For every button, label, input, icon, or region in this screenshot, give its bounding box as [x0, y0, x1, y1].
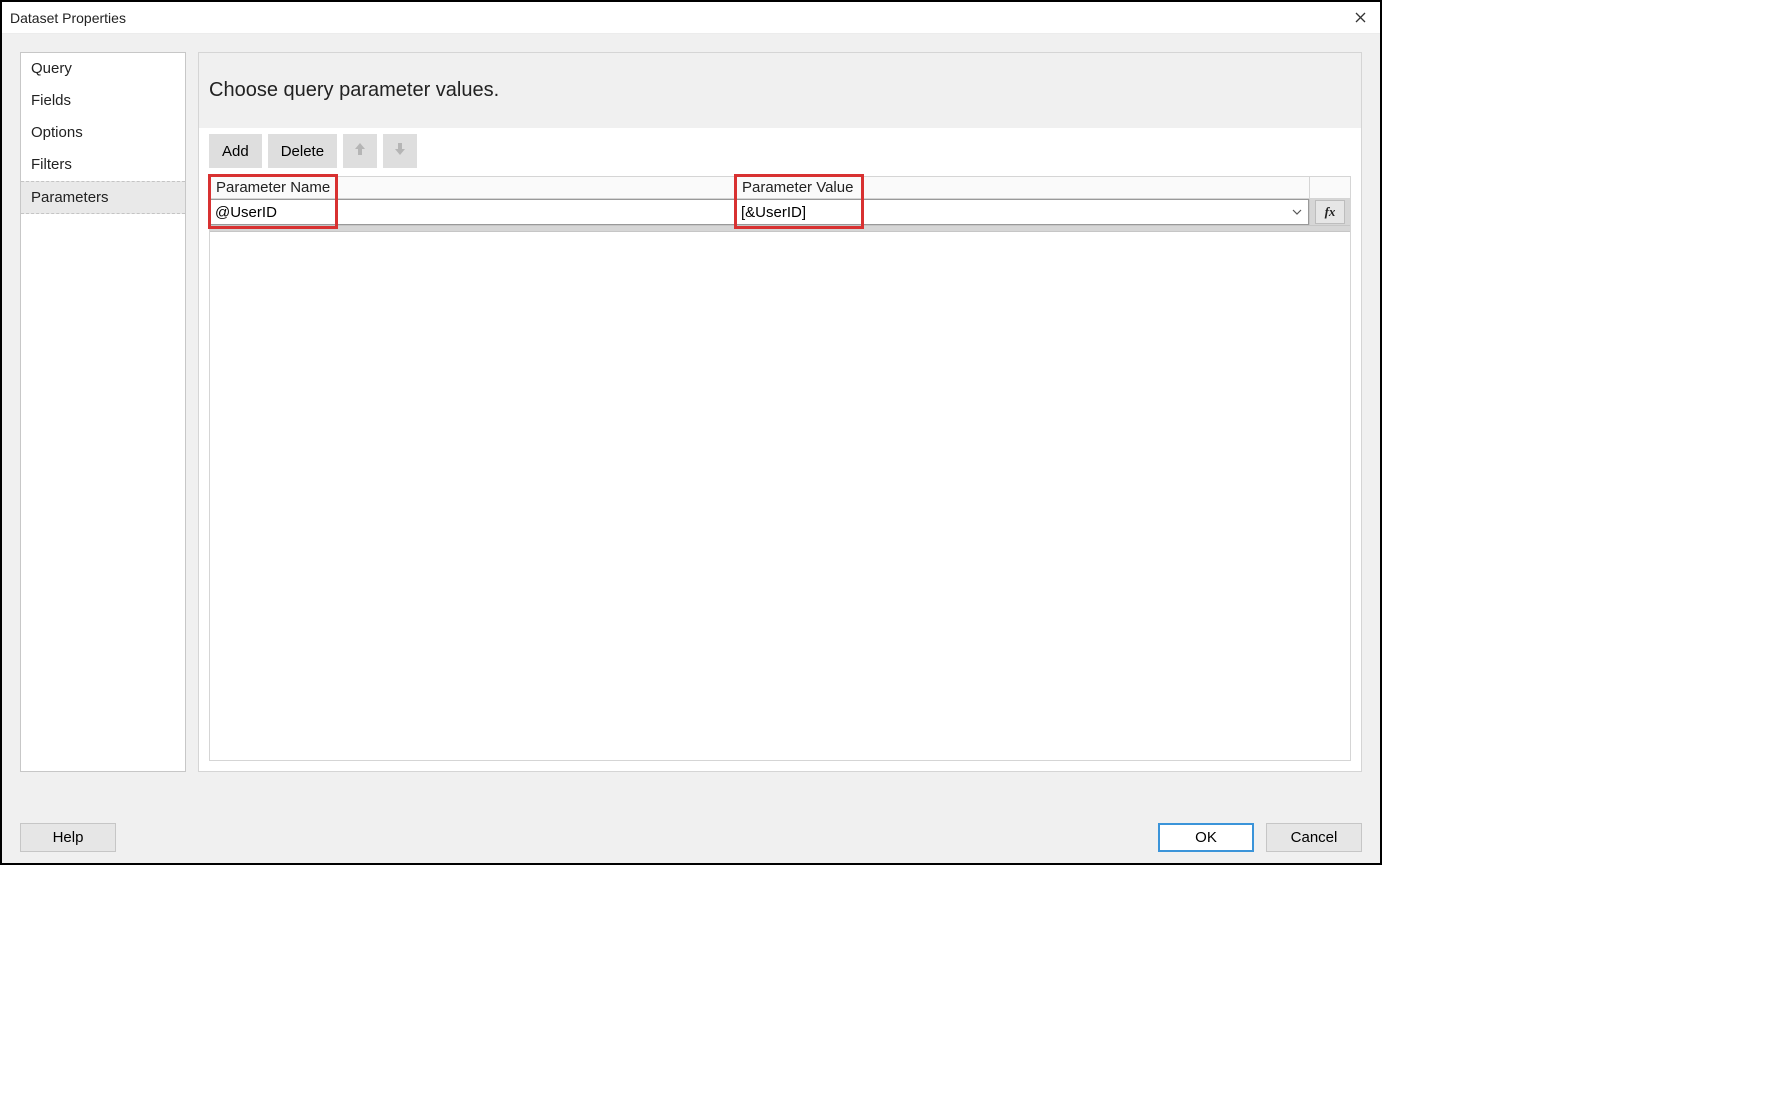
sidebar-item-query[interactable]: Query	[21, 53, 185, 85]
sidebar-item-options[interactable]: Options	[21, 117, 185, 149]
arrow-up-icon	[354, 142, 366, 160]
grid-spacer	[210, 226, 1350, 232]
sidebar-item-label: Query	[31, 60, 72, 77]
sidebar-item-label: Options	[31, 124, 83, 141]
parameters-grid: Parameter Name Parameter Value	[209, 176, 1351, 761]
sidebar-item-label: Parameters	[31, 189, 109, 206]
cell-parameter-name	[210, 199, 736, 225]
toolbar-area: Add Delete	[199, 128, 1361, 168]
column-header-value: Parameter Value	[736, 177, 1310, 198]
main-panel: Choose query parameter values. Add Delet…	[198, 52, 1362, 772]
sidebar-item-filters[interactable]: Filters	[21, 149, 185, 181]
sidebar-item-label: Fields	[31, 92, 71, 109]
cell-parameter-value	[736, 199, 1310, 225]
help-button[interactable]: Help	[20, 823, 116, 852]
toolbar: Add Delete	[209, 134, 1351, 168]
button-bar: Help OK Cancel	[2, 811, 1380, 863]
arrow-down-icon	[394, 142, 406, 160]
add-button[interactable]: Add	[209, 134, 262, 168]
move-up-button[interactable]	[343, 134, 377, 168]
column-header-name: Parameter Name	[210, 177, 736, 198]
right-buttons: OK Cancel	[1158, 823, 1362, 852]
parameter-name-input[interactable]	[210, 199, 735, 225]
expression-button[interactable]: fx	[1315, 200, 1345, 224]
parameters-grid-wrap: Parameter Name Parameter Value	[199, 168, 1361, 771]
dialog-body: Query Fields Options Filters Parameters …	[2, 34, 1380, 811]
sidebar-item-fields[interactable]: Fields	[21, 85, 185, 117]
cell-fx: fx	[1310, 199, 1350, 225]
close-icon[interactable]	[1348, 6, 1372, 30]
delete-button[interactable]: Delete	[268, 134, 337, 168]
window-title: Dataset Properties	[10, 10, 126, 26]
chevron-down-icon[interactable]	[1286, 200, 1308, 224]
fx-icon: fx	[1325, 204, 1336, 220]
parameter-value-input[interactable]	[737, 200, 1286, 224]
grid-row: fx	[210, 199, 1350, 226]
dataset-properties-dialog: Dataset Properties Query Fields Options …	[0, 0, 1382, 865]
column-header-fx	[1310, 177, 1350, 198]
sidebar-item-label: Filters	[31, 156, 72, 173]
sidebar: Query Fields Options Filters Parameters	[20, 52, 186, 772]
cancel-button[interactable]: Cancel	[1266, 823, 1362, 852]
move-down-button[interactable]	[383, 134, 417, 168]
parameter-value-combo[interactable]	[736, 199, 1309, 225]
ok-button[interactable]: OK	[1158, 823, 1254, 852]
titlebar: Dataset Properties	[2, 2, 1380, 34]
sidebar-item-parameters[interactable]: Parameters	[21, 181, 185, 214]
panel-heading: Choose query parameter values.	[199, 53, 1361, 128]
grid-header: Parameter Name Parameter Value	[210, 177, 1350, 199]
